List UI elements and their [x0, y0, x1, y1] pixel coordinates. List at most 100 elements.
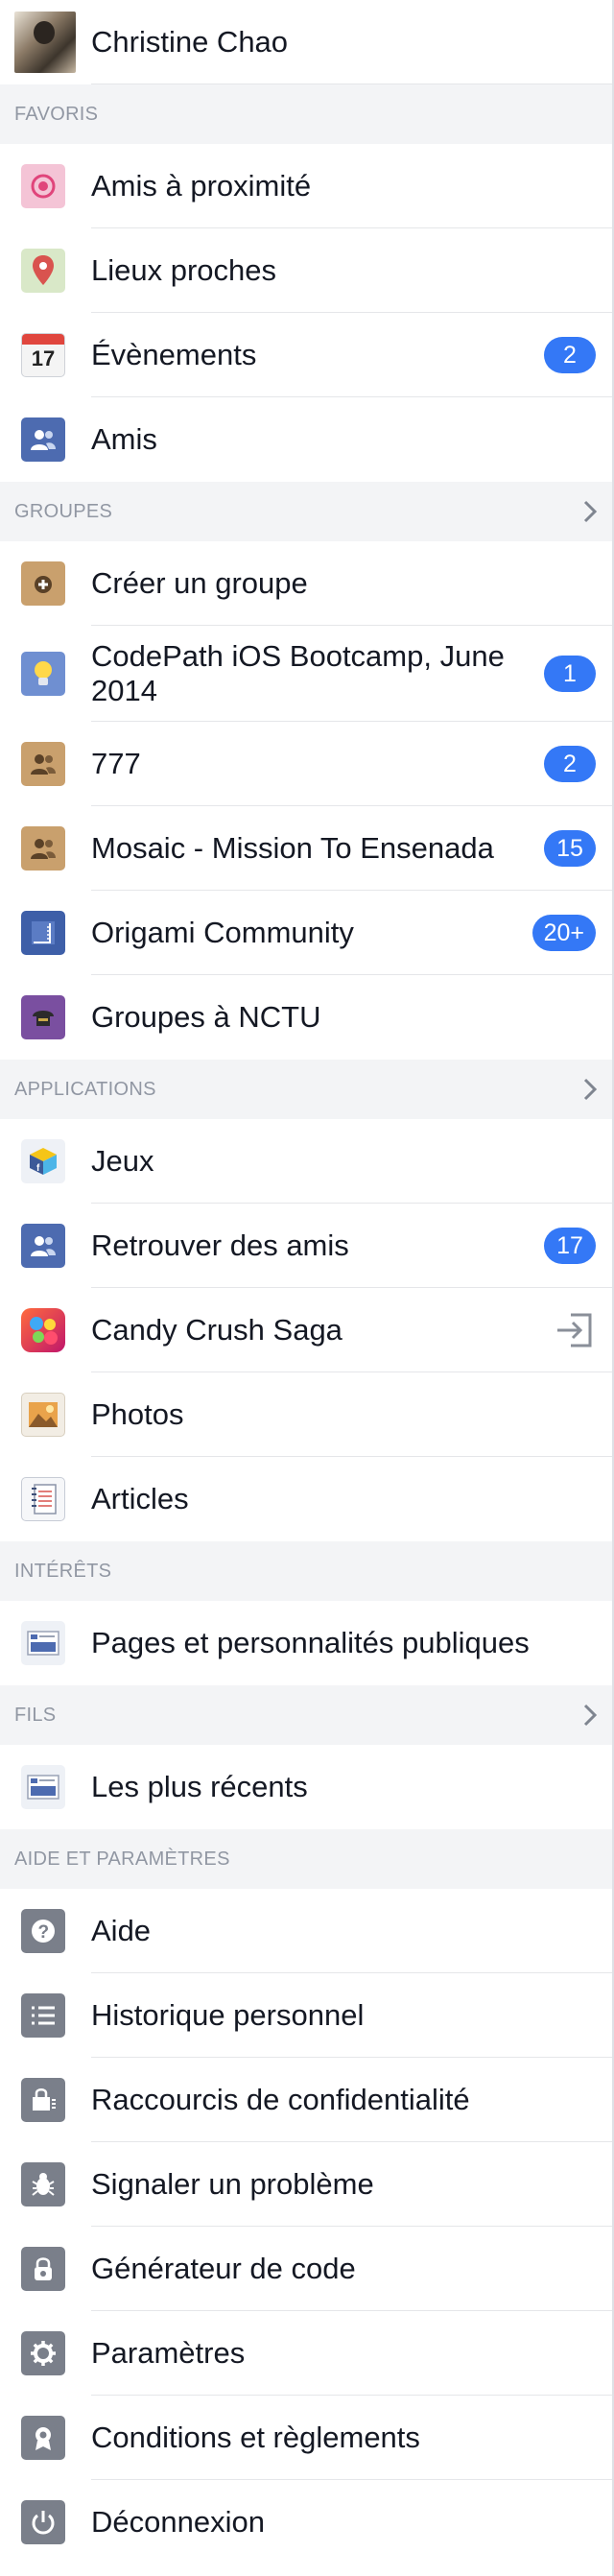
games-icon: f — [21, 1139, 65, 1183]
menu-item-label: Aide — [91, 1914, 152, 1947]
menu-item-games[interactable]: f Jeux — [0, 1119, 612, 1204]
menu-item-friends[interactable]: Amis — [0, 397, 612, 482]
section-header-apps[interactable]: APPLICATIONS — [0, 1060, 612, 1119]
menu-item-label: Mosaic - Mission To Ensenada — [91, 831, 494, 865]
chevron-right-icon — [583, 500, 598, 523]
calendar-day: 17 — [31, 346, 56, 370]
menu-item-label: Photos — [91, 1397, 184, 1431]
menu-item-code-generator[interactable]: Générateur de code — [0, 2227, 612, 2311]
menu-item-label: Lieux proches — [91, 253, 277, 287]
menu-item-label: Retrouver des amis — [91, 1228, 349, 1262]
section-header-groups[interactable]: GROUPES — [0, 482, 612, 541]
notification-badge: 2 — [544, 337, 596, 373]
nctu-group-icon — [21, 995, 65, 1039]
notes-icon — [21, 1477, 65, 1521]
menu-item-label: Déconnexion — [91, 2505, 265, 2539]
menu-item-terms[interactable]: Conditions et règlements — [0, 2396, 612, 2480]
svg-text:?: ? — [38, 1922, 50, 1943]
menu-item-settings[interactable]: Paramètres — [0, 2311, 612, 2396]
menu-item-group-777[interactable]: 777 2 — [0, 722, 612, 806]
terms-icon — [21, 2416, 65, 2460]
menu-item-candy-crush[interactable]: Candy Crush Saga — [0, 1288, 612, 1372]
menu-item-pages-feed[interactable]: Pages et personnalités publiques — [0, 1601, 612, 1685]
candy-crush-icon — [21, 1308, 65, 1352]
friends-icon — [21, 417, 65, 462]
lightbulb-icon — [21, 652, 65, 696]
menu-item-label: Articles — [91, 1482, 189, 1515]
menu-item-create-group[interactable]: Créer un groupe — [0, 541, 612, 626]
section-title: FILS — [14, 1704, 57, 1726]
menu-item-label: Créer un groupe — [91, 566, 308, 600]
menu-item-notes[interactable]: Articles — [0, 1457, 612, 1541]
section-title: INTÉRÊTS — [14, 1560, 112, 1582]
create-group-icon — [21, 561, 65, 606]
menu-item-group-mosaic[interactable]: Mosaic - Mission To Ensenada 15 — [0, 806, 612, 891]
menu-item-label: Générateur de code — [91, 2252, 356, 2285]
menu-item-logout[interactable]: Déconnexion — [0, 2480, 612, 2564]
menu-item-label: CodePath iOS Bootcamp, June 2014 — [91, 639, 505, 707]
avatar — [14, 12, 76, 73]
section-title: GROUPES — [14, 500, 113, 522]
menu-item-most-recent[interactable]: Les plus récents — [0, 1745, 612, 1829]
news-feed-icon — [21, 1765, 65, 1809]
menu-item-report-problem[interactable]: Signaler un problème — [0, 2142, 612, 2227]
menu-item-label: Candy Crush Saga — [91, 1313, 342, 1347]
menu-item-label: Pages et personnalités publiques — [91, 1626, 530, 1659]
menu-item-photos[interactable]: Photos — [0, 1372, 612, 1457]
menu-item-group-codepath[interactable]: CodePath iOS Bootcamp, June 2014 1 — [0, 626, 612, 722]
menu-item-label: Groupes à NCTU — [91, 1000, 321, 1034]
section-title: APPLICATIONS — [14, 1078, 156, 1100]
side-menu: Christine Chao FAVORIS Amis à proximité … — [0, 0, 614, 2576]
menu-item-activity-log[interactable]: Historique personnel — [0, 1973, 612, 2058]
notification-badge: 17 — [544, 1228, 596, 1264]
activity-log-icon — [21, 1993, 65, 2038]
notification-badge: 2 — [544, 746, 596, 782]
section-header-interests: INTÉRÊTS — [0, 1541, 612, 1601]
menu-item-label: Évènements — [91, 338, 257, 371]
menu-item-label: 777 — [91, 747, 141, 780]
map-pin-icon — [21, 249, 65, 293]
menu-item-label: Paramètres — [91, 2336, 246, 2370]
launch-app-icon[interactable] — [554, 1309, 596, 1351]
menu-item-label: Amis — [91, 422, 157, 456]
bug-icon — [21, 2162, 65, 2206]
group-icon — [21, 742, 65, 786]
help-icon: ? — [21, 1909, 65, 1953]
profile-name: Christine Chao — [91, 25, 289, 59]
notification-badge: 15 — [544, 830, 596, 867]
notification-badge: 1 — [544, 656, 596, 692]
photos-icon — [21, 1393, 65, 1437]
group-icon — [21, 826, 65, 871]
menu-item-label: Les plus récents — [91, 1770, 308, 1803]
chevron-right-icon — [583, 1078, 598, 1101]
chevron-right-icon — [583, 1704, 598, 1727]
menu-item-label: Signaler un problème — [91, 2167, 374, 2201]
menu-item-find-friends[interactable]: Retrouver des amis 17 — [0, 1204, 612, 1288]
menu-item-label: Origami Community — [91, 916, 354, 949]
pages-feed-icon — [21, 1621, 65, 1665]
menu-item-group-nctu[interactable]: Groupes à NCTU — [0, 975, 612, 1060]
section-title: FAVORIS — [14, 103, 99, 125]
menu-item-label: Jeux — [91, 1144, 154, 1178]
notification-badge: 20+ — [531, 915, 596, 951]
menu-item-nearby-places[interactable]: Lieux proches — [0, 228, 612, 313]
nearby-friends-icon — [21, 164, 65, 208]
menu-item-label: Conditions et règlements — [91, 2421, 420, 2454]
section-header-feeds[interactable]: FILS — [0, 1685, 612, 1745]
menu-item-events[interactable]: 17 Évènements 2 — [0, 313, 612, 397]
menu-item-label: Historique personnel — [91, 1998, 365, 2032]
logout-icon — [21, 2500, 65, 2544]
section-header-help: AIDE ET PARAMÈTRES — [0, 1829, 612, 1889]
menu-item-nearby-friends[interactable]: Amis à proximité — [0, 144, 612, 228]
code-generator-icon — [21, 2247, 65, 2291]
menu-item-privacy-shortcuts[interactable]: Raccourcis de confidentialité — [0, 2058, 612, 2142]
menu-item-label: Raccourcis de confidentialité — [91, 2083, 470, 2116]
section-title: AIDE ET PARAMÈTRES — [14, 1848, 230, 1870]
menu-item-group-origami[interactable]: Origami Community 20+ — [0, 891, 612, 975]
settings-icon — [21, 2331, 65, 2375]
menu-item-help[interactable]: ? Aide — [0, 1889, 612, 1973]
section-header-favorites: FAVORIS — [0, 84, 612, 144]
privacy-icon — [21, 2078, 65, 2122]
profile-row[interactable]: Christine Chao — [0, 0, 612, 84]
origami-icon — [21, 911, 65, 955]
